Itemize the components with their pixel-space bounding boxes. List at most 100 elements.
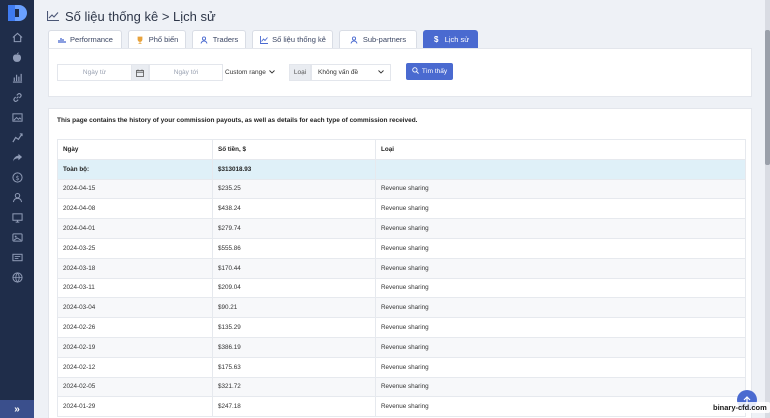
home-icon[interactable] <box>10 30 24 44</box>
dollar-icon: $ <box>433 35 439 44</box>
cell-date: 2024-02-05 <box>57 376 213 398</box>
total-row: Toàn bộ: $313018.93 <box>57 158 746 180</box>
link-icon[interactable] <box>10 90 24 104</box>
id-card-icon[interactable] <box>10 250 24 264</box>
type-label: Loại <box>289 64 311 81</box>
table-row: 2024-04-01 $279.74 Revenue sharing <box>57 218 746 239</box>
search-icon <box>412 67 419 76</box>
cell-type: Revenue sharing <box>375 396 746 418</box>
tab-label: Số liệu thống kê <box>272 35 326 44</box>
find-button[interactable]: Tìm thấy <box>406 63 453 80</box>
range-select-value: Custom range <box>225 69 266 76</box>
cell-amount: $175.63 <box>212 356 376 378</box>
chevron-down-icon <box>269 69 275 76</box>
cell-amount: $235.25 <box>212 178 376 200</box>
cell-amount: $209.04 <box>212 277 376 299</box>
cell-type: Revenue sharing <box>375 178 746 200</box>
table-row: 2024-03-25 $555.86 Revenue sharing <box>57 237 746 259</box>
cell-date: 2024-02-12 <box>57 356 213 378</box>
scrollbar-thumb[interactable] <box>765 30 770 165</box>
trophy-icon <box>136 35 145 44</box>
cell-type: Revenue sharing <box>375 257 746 279</box>
cell-date: 2024-04-08 <box>57 198 213 220</box>
page-scrollbar[interactable] <box>765 0 770 418</box>
type-select-value: Không vấn đề <box>318 69 359 76</box>
tab-label: Performance <box>70 35 113 44</box>
cell-date: 2024-01-29 <box>57 396 213 418</box>
bar-chart-icon[interactable] <box>10 70 24 84</box>
table-row: 2024-04-08 $438.24 Revenue sharing <box>57 198 746 220</box>
cell-date: 2024-03-11 <box>57 277 213 299</box>
globe-icon[interactable] <box>10 270 24 284</box>
table-header-row: Ngày Số tiền, $ Loại <box>57 139 746 160</box>
brand-logo[interactable] <box>7 4 27 22</box>
table-row: 2024-02-05 $321.72 Revenue sharing <box>57 376 746 398</box>
cell-date: 2024-04-01 <box>57 218 213 239</box>
line-chart-icon <box>259 35 268 44</box>
tab-label: Lịch sử <box>444 35 470 44</box>
share-icon[interactable] <box>10 150 24 164</box>
tab-label: Traders <box>212 35 239 44</box>
monitor-icon[interactable] <box>10 210 24 224</box>
table-row: 2024-01-29 $247.18 Revenue sharing <box>57 396 746 418</box>
sidebar: $ » <box>0 0 34 418</box>
table-row: 2024-04-15 $235.25 Revenue sharing <box>57 178 746 200</box>
payout-table: Ngày Số tiền, $ Loại Toàn bộ: $313018.93… <box>57 139 746 418</box>
filter-panel: Ngày từ Ngày tới Custom range Loại Không… <box>48 48 752 97</box>
date-from-input[interactable]: Ngày từ <box>57 64 132 81</box>
cell-type: Revenue sharing <box>375 376 746 398</box>
cell-amount: $555.86 <box>212 237 376 259</box>
total-type <box>375 158 746 180</box>
tab-statistics[interactable]: Số liệu thống kê <box>252 30 333 48</box>
cell-type: Revenue sharing <box>375 277 746 299</box>
tab-label: Sub-partners <box>362 35 407 44</box>
cell-date: 2024-03-18 <box>57 257 213 279</box>
cell-type: Revenue sharing <box>375 356 746 378</box>
find-button-label: Tìm thấy <box>421 68 448 75</box>
column-header-amount[interactable]: Số tiền, $ <box>212 139 376 160</box>
photo-icon[interactable] <box>10 230 24 244</box>
cell-amount: $321.72 <box>212 376 376 398</box>
tab-performance[interactable]: Performance <box>48 30 122 48</box>
cell-date: 2024-03-25 <box>57 237 213 259</box>
cell-date: 2024-02-19 <box>57 336 213 358</box>
history-panel: This page contains the history of your c… <box>48 108 752 418</box>
dollar-icon[interactable]: $ <box>10 170 24 184</box>
page-title: Số liệu thống kê > Lịch sử <box>47 8 216 24</box>
bar-chart-icon <box>57 35 66 44</box>
tab-history[interactable]: $ Lịch sử <box>423 30 478 48</box>
cell-type: Revenue sharing <box>375 317 746 338</box>
tab-label: Phổ biến <box>148 35 179 44</box>
cell-type: Revenue sharing <box>375 336 746 358</box>
briefcase-icon[interactable] <box>10 130 24 144</box>
tab-popular[interactable]: Phổ biến <box>128 30 186 48</box>
total-amount: $313018.93 <box>212 158 376 180</box>
date-to-input[interactable]: Ngày tới <box>149 64 223 81</box>
cell-type: Revenue sharing <box>375 237 746 259</box>
apple-icon[interactable] <box>10 50 24 64</box>
page-title-text: Số liệu thống kê > Lịch sử <box>65 8 216 24</box>
tab-bar: Performance Phổ biến Traders Số liệu thố… <box>48 30 478 48</box>
sidebar-expand-button[interactable]: » <box>0 400 34 418</box>
table-row: 2024-03-04 $90.21 Revenue sharing <box>57 297 746 319</box>
cell-type: Revenue sharing <box>375 218 746 239</box>
cell-type: Revenue sharing <box>375 297 746 319</box>
user-icon[interactable] <box>10 190 24 204</box>
info-text: This page contains the history of your c… <box>57 117 418 124</box>
cell-date: 2024-02-26 <box>57 317 213 338</box>
cell-amount: $90.21 <box>212 297 376 319</box>
range-select[interactable]: Custom range <box>225 64 275 81</box>
calendar-icon[interactable] <box>131 64 149 81</box>
column-header-date[interactable]: Ngày <box>57 139 213 160</box>
cell-type: Revenue sharing <box>375 198 746 220</box>
table-row: 2024-02-26 $135.29 Revenue sharing <box>57 317 746 338</box>
image-icon[interactable] <box>10 110 24 124</box>
tab-sub-partners[interactable]: Sub-partners <box>339 30 417 48</box>
table-row: 2024-02-19 $386.19 Revenue sharing <box>57 336 746 358</box>
cell-amount: $247.18 <box>212 396 376 418</box>
svg-text:$: $ <box>15 173 19 181</box>
total-label: Toàn bộ: <box>57 158 213 180</box>
type-select[interactable]: Không vấn đề <box>311 64 391 81</box>
column-header-type[interactable]: Loại <box>375 139 746 160</box>
tab-traders[interactable]: Traders <box>192 30 246 48</box>
